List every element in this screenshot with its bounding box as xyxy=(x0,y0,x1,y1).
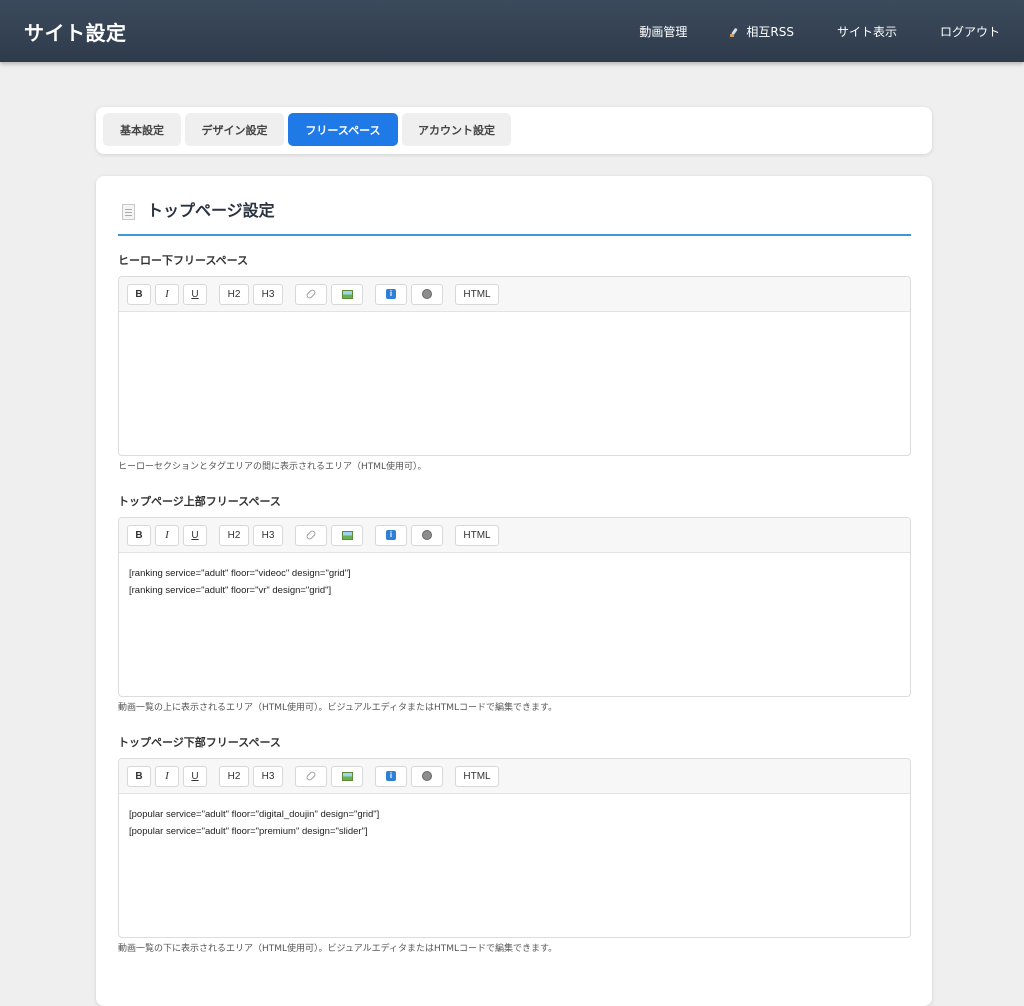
nav-video-management[interactable]: 動画管理 xyxy=(639,23,687,40)
h3-button[interactable]: H3 xyxy=(253,283,283,305)
underline-button[interactable]: U xyxy=(183,765,207,787)
html-mode-button[interactable]: HTML xyxy=(455,283,499,305)
circle-icon xyxy=(422,289,432,299)
italic-button[interactable]: I xyxy=(155,283,179,305)
circle-button[interactable] xyxy=(411,524,443,546)
h2-button[interactable]: H2 xyxy=(219,765,249,787)
image-icon xyxy=(341,530,353,540)
editor-content[interactable]: [ranking service="adult" floor="videoc" … xyxy=(119,553,910,611)
top-nav: 動画管理 相互RSS サイト表示 ログアウト xyxy=(596,0,1000,62)
circle-button[interactable] xyxy=(411,283,443,305)
link-button[interactable] xyxy=(295,765,327,787)
nav-label: ログアウト xyxy=(939,24,1000,39)
info-icon: i xyxy=(386,289,396,299)
h2-button[interactable]: H2 xyxy=(219,524,249,546)
section-label: ヒーロー下フリースペース xyxy=(118,254,249,267)
section-top-lower-free-space: トップページ下部フリースペース B I U H2 H3 i HTML [popu… xyxy=(118,736,911,955)
section-top-upper-free-space: トップページ上部フリースペース B I U H2 H3 i HTML [rank… xyxy=(118,495,911,714)
help-text: 動画一覧の下に表示されるエリア（HTML使用可）。ビジュアルエディタまたはHTM… xyxy=(118,944,558,954)
image-button[interactable] xyxy=(331,765,363,787)
info-button[interactable]: i xyxy=(375,765,407,787)
rich-text-editor: B I U H2 H3 i HTML [popular service="adu… xyxy=(118,758,911,938)
tab-account-settings[interactable]: アカウント設定 xyxy=(402,113,511,146)
nav-site-view[interactable]: サイト表示 xyxy=(837,23,897,40)
h2-button[interactable]: H2 xyxy=(219,283,249,305)
help-text: ヒーローセクションとタグエリアの間に表示されるエリア（HTML使用可）。 xyxy=(118,462,427,472)
tab-design-settings[interactable]: デザイン設定 xyxy=(185,113,284,146)
h3-button[interactable]: H3 xyxy=(253,524,283,546)
section-label: トップページ下部フリースペース xyxy=(118,736,281,749)
circle-button[interactable] xyxy=(411,765,443,787)
top-header: サイト設定 動画管理 相互RSS サイト表示 ログアウト xyxy=(0,0,1024,62)
italic-button[interactable]: I xyxy=(155,524,179,546)
link-button[interactable] xyxy=(295,524,327,546)
nav-label: サイト表示 xyxy=(836,24,897,39)
site-title: サイト設定 xyxy=(24,20,127,45)
image-button[interactable] xyxy=(331,524,363,546)
link-icon xyxy=(305,288,317,300)
bold-button[interactable]: B xyxy=(127,283,151,305)
bold-button[interactable]: B xyxy=(127,765,151,787)
image-icon xyxy=(341,771,353,781)
content-line: [ranking service="adult" floor="vr" desi… xyxy=(129,585,332,596)
rich-text-editor: B I U H2 H3 i HTML xyxy=(118,276,911,456)
underline-button[interactable]: U xyxy=(183,283,207,305)
nav-label: 相互RSS xyxy=(746,24,794,39)
help-text: 動画一覧の上に表示されるエリア（HTML使用可）。ビジュアルエディタまたはHTM… xyxy=(118,703,558,713)
tab-free-space[interactable]: フリースペース xyxy=(288,113,398,146)
editor-toolbar: B I U H2 H3 i HTML xyxy=(119,277,910,312)
info-icon: i xyxy=(386,530,396,540)
editor-content[interactable]: [popular service="adult" floor="digital_… xyxy=(119,794,910,852)
image-button[interactable] xyxy=(331,283,363,305)
content-line: [ranking service="adult" floor="videoc" … xyxy=(129,568,351,579)
document-icon xyxy=(122,204,135,220)
card-title: トップページ設定 xyxy=(147,201,275,220)
image-icon xyxy=(341,289,353,299)
h3-button[interactable]: H3 xyxy=(253,765,283,787)
info-button[interactable]: i xyxy=(375,524,407,546)
html-mode-button[interactable]: HTML xyxy=(455,524,499,546)
content-line: [popular service="adult" floor="digital_… xyxy=(129,809,380,820)
rich-text-editor: B I U H2 H3 i HTML [ranking service="adu… xyxy=(118,517,911,697)
underline-button[interactable]: U xyxy=(183,524,207,546)
section-label: トップページ上部フリースペース xyxy=(118,495,281,508)
content-line: [popular service="adult" floor="premium"… xyxy=(129,826,368,837)
nav-mutual-rss[interactable]: 相互RSS xyxy=(730,23,794,40)
circle-icon xyxy=(422,530,432,540)
italic-button[interactable]: I xyxy=(155,765,179,787)
info-button[interactable]: i xyxy=(375,283,407,305)
top-page-settings-card: トップページ設定 ヒーロー下フリースペース B I U H2 H3 i HTML xyxy=(96,176,932,1006)
satellite-icon xyxy=(730,26,741,37)
info-icon: i xyxy=(386,771,396,781)
settings-tabs: 基本設定 デザイン設定 フリースペース アカウント設定 xyxy=(96,107,932,154)
editor-toolbar: B I U H2 H3 i HTML xyxy=(119,518,910,553)
editor-toolbar: B I U H2 H3 i HTML xyxy=(119,759,910,794)
section-hero-free-space: ヒーロー下フリースペース B I U H2 H3 i HTML ヒーローセクショ… xyxy=(118,254,911,473)
link-icon xyxy=(305,529,317,541)
card-header: トップページ設定 xyxy=(118,200,911,236)
bold-button[interactable]: B xyxy=(127,524,151,546)
circle-icon xyxy=(422,771,432,781)
nav-label: 動画管理 xyxy=(639,24,688,39)
link-button[interactable] xyxy=(295,283,327,305)
link-icon xyxy=(305,770,317,782)
nav-logout[interactable]: ログアウト xyxy=(940,23,1000,40)
tab-basic-settings[interactable]: 基本設定 xyxy=(103,113,181,146)
html-mode-button[interactable]: HTML xyxy=(455,765,499,787)
editor-content[interactable] xyxy=(119,312,910,336)
